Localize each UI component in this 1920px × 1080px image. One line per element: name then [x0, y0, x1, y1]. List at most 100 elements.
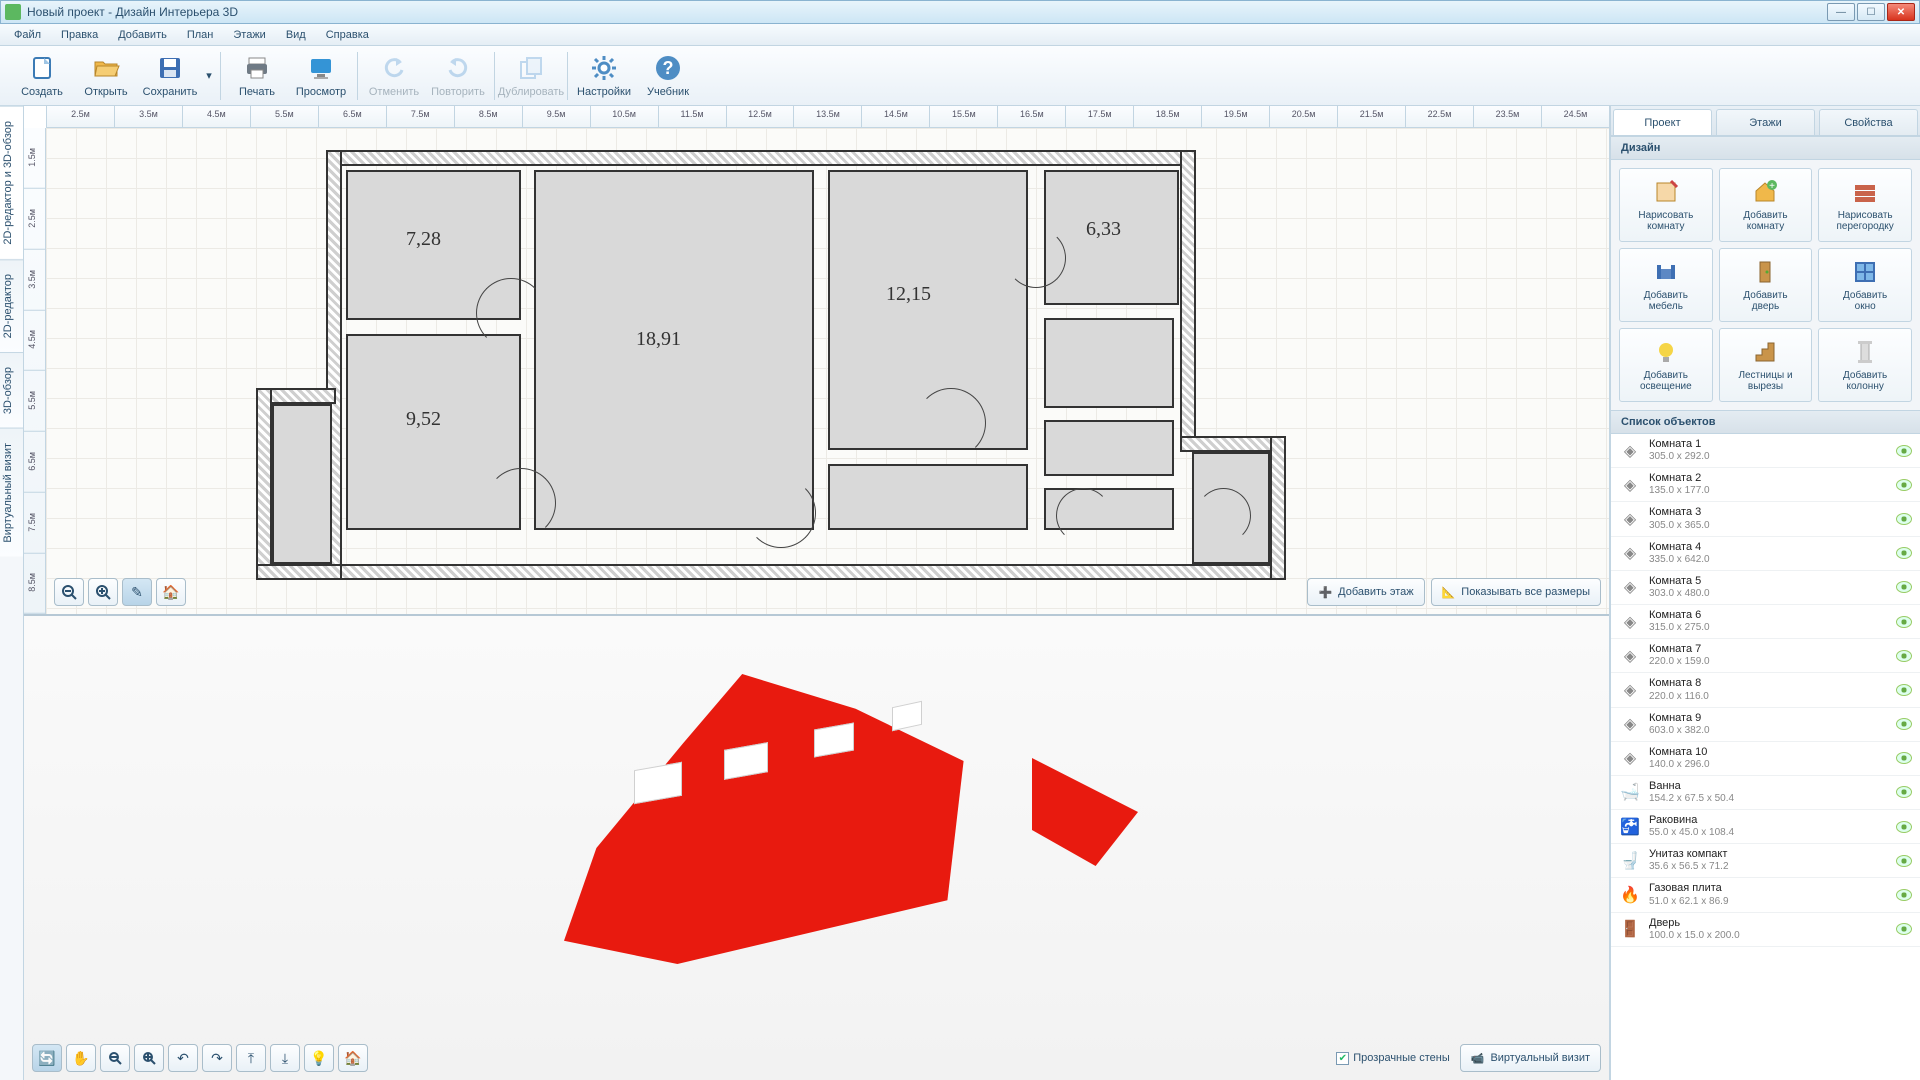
design-btn-label: комнату: [1747, 221, 1784, 232]
room[interactable]: [1044, 420, 1174, 476]
visibility-eye-icon[interactable]: [1896, 923, 1912, 935]
menu-вид[interactable]: Вид: [278, 27, 314, 43]
toolbar-print-button[interactable]: Печать: [225, 48, 289, 104]
room[interactable]: [272, 404, 332, 564]
object-list-item[interactable]: ◈Комната 4335.0 x 642.0: [1611, 537, 1920, 571]
object-list-item[interactable]: ◈Комната 1305.0 x 292.0: [1611, 434, 1920, 468]
visibility-eye-icon[interactable]: [1896, 513, 1912, 525]
visibility-eye-icon[interactable]: [1896, 684, 1912, 696]
object-list-item[interactable]: 🚪Дверь100.0 x 15.0 x 200.0: [1611, 913, 1920, 947]
toolbar-open-button[interactable]: Открыть: [74, 48, 138, 104]
room[interactable]: [1044, 318, 1174, 408]
object-list-item[interactable]: ◈Комната 10140.0 x 296.0: [1611, 742, 1920, 776]
design-btn-label: Добавить: [1644, 370, 1688, 381]
design-btn-draw-wall[interactable]: Нарисоватьперегородку: [1818, 168, 1912, 242]
view-3d[interactable]: 🔄 ✋ ↶ ↷ ⤒ ⤓ 💡 🏠 ✔ Прозрачные стены 📹Вирт…: [24, 616, 1609, 1080]
menu-план[interactable]: План: [179, 27, 222, 43]
object-stove-icon: 🔥: [1619, 884, 1641, 906]
side-tab-3[interactable]: Виртуальный визит: [0, 428, 23, 557]
transparent-walls-toggle[interactable]: ✔ Прозрачные стены: [1336, 1052, 1449, 1065]
right-tab-0[interactable]: Проект: [1613, 109, 1712, 135]
visibility-eye-icon[interactable]: [1896, 821, 1912, 833]
visibility-eye-icon[interactable]: [1896, 616, 1912, 628]
visibility-eye-icon[interactable]: [1896, 786, 1912, 798]
rotate-right-button[interactable]: ↷: [202, 1044, 232, 1072]
menu-файл[interactable]: Файл: [6, 27, 49, 43]
add-floor-button[interactable]: ➕Добавить этаж: [1307, 578, 1424, 606]
zoom-out-button[interactable]: [54, 578, 84, 606]
zoom-out-3d-button[interactable]: [100, 1044, 130, 1072]
maximize-button[interactable]: ☐: [1857, 3, 1885, 21]
save-icon: [156, 54, 184, 82]
design-btn-stairs[interactable]: Лестницы ивырезы: [1719, 328, 1813, 402]
visibility-eye-icon[interactable]: [1896, 479, 1912, 491]
menu-правка[interactable]: Правка: [53, 27, 106, 43]
ruler-tick: 21.5м: [1337, 106, 1405, 127]
visibility-eye-icon[interactable]: [1896, 718, 1912, 730]
orbit-button[interactable]: 🔄: [32, 1044, 62, 1072]
side-tab-1[interactable]: 2D-редактор: [0, 259, 23, 352]
design-btn-door[interactable]: Добавитьдверь: [1719, 248, 1813, 322]
toolbar-settings-button[interactable]: Настройки: [572, 48, 636, 104]
virtual-visit-label: Виртуальный визит: [1490, 1052, 1590, 1064]
object-list-item[interactable]: ◈Комната 3305.0 x 365.0: [1611, 502, 1920, 536]
ruler-tick: 19.5м: [1201, 106, 1269, 127]
dup-icon: [517, 54, 545, 82]
menu-этажи[interactable]: Этажи: [225, 27, 273, 43]
right-tab-1[interactable]: Этажи: [1716, 109, 1815, 135]
visibility-eye-icon[interactable]: [1896, 752, 1912, 764]
home-button[interactable]: 🏠: [156, 578, 186, 606]
home-3d-button[interactable]: 🏠: [338, 1044, 368, 1072]
object-list[interactable]: ◈Комната 1305.0 x 292.0◈Комната 2135.0 x…: [1611, 434, 1920, 1080]
toolbar-preview-button[interactable]: Просмотр: [289, 48, 353, 104]
menu-справка[interactable]: Справка: [318, 27, 377, 43]
visibility-eye-icon[interactable]: [1896, 547, 1912, 559]
design-btn-draw-room[interactable]: Нарисоватькомнату: [1619, 168, 1713, 242]
toolbar-save-button[interactable]: Сохранить: [138, 48, 202, 104]
design-btn-add-room[interactable]: +Добавитькомнату: [1719, 168, 1813, 242]
ruler-tick: 12.5м: [726, 106, 794, 127]
dropdown-arrow-icon[interactable]: ▾: [202, 48, 216, 104]
design-btn-furniture[interactable]: Добавитьмебель: [1619, 248, 1713, 322]
tilt-up-button[interactable]: ⤒: [236, 1044, 266, 1072]
zoom-in-button[interactable]: [88, 578, 118, 606]
design-btn-column[interactable]: Добавитьколонну: [1818, 328, 1912, 402]
right-tab-2[interactable]: Свойства: [1819, 109, 1918, 135]
visibility-eye-icon[interactable]: [1896, 855, 1912, 867]
visibility-eye-icon[interactable]: [1896, 650, 1912, 662]
object-list-item[interactable]: ◈Комната 8220.0 x 116.0: [1611, 673, 1920, 707]
toolbar-label: Сохранить: [143, 86, 198, 98]
object-list-item[interactable]: 🔥Газовая плита51.0 x 62.1 x 86.9: [1611, 878, 1920, 912]
close-button[interactable]: ✕: [1887, 3, 1915, 21]
object-list-item[interactable]: 🚽Унитаз компакт35.6 x 56.5 x 71.2: [1611, 844, 1920, 878]
side-tab-0[interactable]: 2D-редактор и 3D-обзор: [0, 106, 23, 259]
pencil-button[interactable]: ✎: [122, 578, 152, 606]
object-list-item[interactable]: 🛁Ванна154.2 x 67.5 x 50.4: [1611, 776, 1920, 810]
toolbar-new-button[interactable]: Создать: [10, 48, 74, 104]
tilt-down-button[interactable]: ⤓: [270, 1044, 300, 1072]
object-list-item[interactable]: ◈Комната 9603.0 x 382.0: [1611, 708, 1920, 742]
design-btn-window[interactable]: Добавитьокно: [1818, 248, 1912, 322]
object-list-item[interactable]: ◈Комната 6315.0 x 275.0: [1611, 605, 1920, 639]
side-tab-2[interactable]: 3D-обзор: [0, 352, 23, 428]
menu-добавить[interactable]: Добавить: [110, 27, 175, 43]
lighting-button[interactable]: 💡: [304, 1044, 334, 1072]
design-btn-light[interactable]: Добавитьосвещение: [1619, 328, 1713, 402]
minimize-button[interactable]: —: [1827, 3, 1855, 21]
canvas-2d[interactable]: 7,28 18,91 12,15 6,33 9,52: [46, 128, 1609, 614]
rotate-left-button[interactable]: ↶: [168, 1044, 198, 1072]
visibility-eye-icon[interactable]: [1896, 889, 1912, 901]
show-dims-button[interactable]: 📐Показывать все размеры: [1431, 578, 1601, 606]
toolbar-help-button[interactable]: ?Учебник: [636, 48, 700, 104]
object-list-item[interactable]: 🚰Раковина55.0 x 45.0 x 108.4: [1611, 810, 1920, 844]
object-name: Комната 4: [1649, 541, 1888, 554]
room[interactable]: [828, 464, 1028, 530]
visibility-eye-icon[interactable]: [1896, 581, 1912, 593]
object-list-item[interactable]: ◈Комната 2135.0 x 177.0: [1611, 468, 1920, 502]
virtual-visit-button[interactable]: 📹Виртуальный визит: [1460, 1044, 1601, 1072]
pan-button[interactable]: ✋: [66, 1044, 96, 1072]
zoom-in-3d-button[interactable]: [134, 1044, 164, 1072]
object-list-item[interactable]: ◈Комната 5303.0 x 480.0: [1611, 571, 1920, 605]
visibility-eye-icon[interactable]: [1896, 445, 1912, 457]
object-list-item[interactable]: ◈Комната 7220.0 x 159.0: [1611, 639, 1920, 673]
